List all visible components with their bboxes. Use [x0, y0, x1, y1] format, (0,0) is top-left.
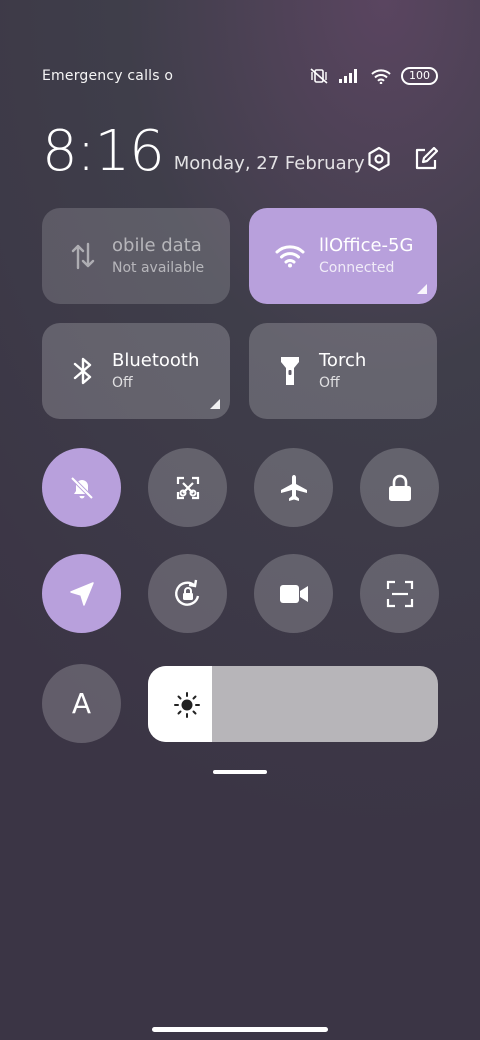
rotation-lock-toggle[interactable] [148, 554, 227, 633]
lock-toggle[interactable] [360, 448, 439, 527]
edit-icon[interactable] [414, 146, 438, 172]
settings-icon[interactable] [366, 146, 392, 172]
screen-record-toggle[interactable] [254, 554, 333, 633]
expand-corner-icon[interactable] [210, 399, 220, 409]
mobile-data-icon [70, 242, 96, 270]
screenshot-toggle[interactable] [148, 448, 227, 527]
scan-icon [386, 580, 414, 608]
mobile-data-subtitle: Not available [112, 260, 205, 276]
wifi-subtitle: Connected [319, 260, 395, 276]
panel-handle[interactable] [213, 770, 267, 774]
bluetooth-title: Bluetooth [112, 350, 200, 371]
mobile-data-tile[interactable]: obile data Not available [42, 208, 230, 304]
auto-brightness-label: A [71, 687, 92, 720]
date[interactable]: Monday, 27 February [174, 153, 365, 174]
vibrate-off-icon [309, 68, 329, 84]
home-indicator[interactable] [152, 1027, 328, 1032]
clock-row: 8:16 Monday, 27 February [42, 120, 438, 180]
status-bar: Emergency calls o 100 [42, 62, 438, 90]
video-camera-icon [279, 583, 309, 605]
mute-bell-icon [69, 475, 95, 501]
carrier-text: Emergency calls o [42, 68, 174, 84]
bluetooth-subtitle: Off [112, 375, 133, 391]
lock-icon [388, 474, 412, 502]
battery-icon: 100 [401, 67, 438, 85]
bluetooth-icon [72, 356, 94, 386]
sun-icon [174, 692, 200, 722]
wifi-icon [275, 244, 305, 268]
airplane-icon [279, 473, 309, 503]
clock[interactable]: 8:16 [42, 124, 165, 180]
wifi-tile[interactable]: llOffice-5G Connected [249, 208, 437, 304]
status-icons: 100 [309, 67, 438, 85]
toggle-grid [42, 448, 439, 633]
rotation-lock-icon [172, 578, 204, 610]
airplane-toggle[interactable] [254, 448, 333, 527]
brightness-slider[interactable] [148, 666, 438, 742]
wifi-title: llOffice-5G [319, 235, 414, 256]
mobile-data-title: obile data [112, 235, 202, 256]
screenshot-icon [174, 474, 202, 502]
wifi-icon [371, 68, 391, 84]
bluetooth-tile[interactable]: Bluetooth Off [42, 323, 230, 419]
auto-brightness-button[interactable]: A [42, 664, 121, 743]
location-icon [69, 581, 95, 607]
signal-icon [339, 69, 361, 83]
torch-tile[interactable]: Torch Off [249, 323, 437, 419]
torch-icon [279, 355, 301, 387]
tiles-grid: obile data Not available llOffice-5G Con… [42, 208, 438, 419]
location-toggle[interactable] [42, 554, 121, 633]
expand-corner-icon[interactable] [417, 284, 427, 294]
mute-toggle[interactable] [42, 448, 121, 527]
torch-title: Torch [319, 350, 367, 371]
torch-subtitle: Off [319, 375, 340, 391]
scanner-toggle[interactable] [360, 554, 439, 633]
